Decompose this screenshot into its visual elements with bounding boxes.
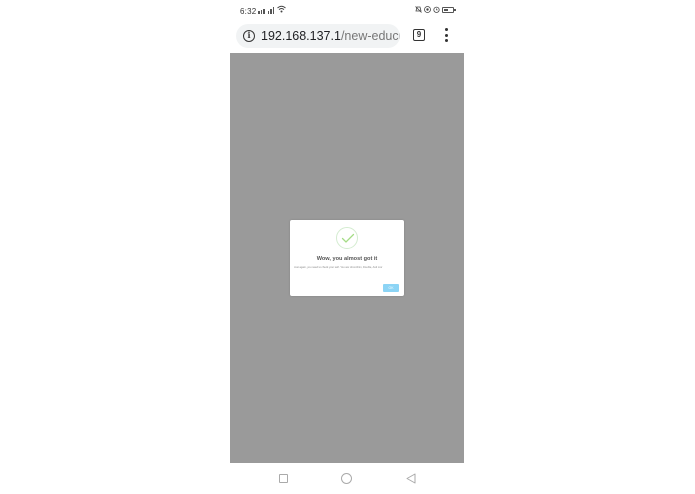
back-button[interactable] bbox=[406, 473, 416, 484]
system-nav-bar bbox=[230, 463, 464, 494]
alarm-icon bbox=[433, 6, 440, 13]
signal-icon bbox=[258, 6, 274, 14]
location-icon bbox=[424, 6, 431, 13]
info-icon[interactable]: i bbox=[243, 30, 255, 42]
recent-apps-button[interactable] bbox=[279, 474, 288, 483]
url-host: 192.168.137.1 bbox=[261, 29, 341, 43]
check-icon bbox=[336, 227, 358, 249]
battery-icon bbox=[442, 6, 456, 13]
home-button[interactable] bbox=[341, 473, 352, 484]
url-text: 192.168.137.1/new-educMine bbox=[261, 29, 400, 43]
wifi-icon bbox=[277, 5, 286, 15]
url-bar[interactable]: i 192.168.137.1/new-educMine bbox=[236, 24, 400, 48]
ok-button[interactable]: OK bbox=[383, 284, 399, 292]
phone-screen: 6:32 i 192.168.137.1/new-educ 9 Wow, you… bbox=[230, 0, 464, 494]
browser-toolbar: i 192.168.137.1/new-educMine 9 bbox=[230, 22, 464, 52]
dialog-title: Wow, you almost got it bbox=[316, 256, 378, 262]
status-icons bbox=[415, 6, 456, 13]
alert-dialog: Wow, you almost got it Just again, you n… bbox=[290, 220, 404, 296]
tab-switcher-button[interactable]: 9 bbox=[413, 29, 425, 41]
status-bar: 6:32 bbox=[230, 0, 464, 22]
mute-icon bbox=[415, 6, 422, 13]
status-time: 6:32 bbox=[240, 7, 257, 16]
more-options-icon[interactable] bbox=[443, 28, 449, 42]
url-path: /new-educMine bbox=[340, 29, 400, 43]
page-overlay: Wow, you almost got it Just again, you n… bbox=[230, 53, 464, 463]
dialog-message: Just again, you need to check your self.… bbox=[294, 266, 383, 269]
